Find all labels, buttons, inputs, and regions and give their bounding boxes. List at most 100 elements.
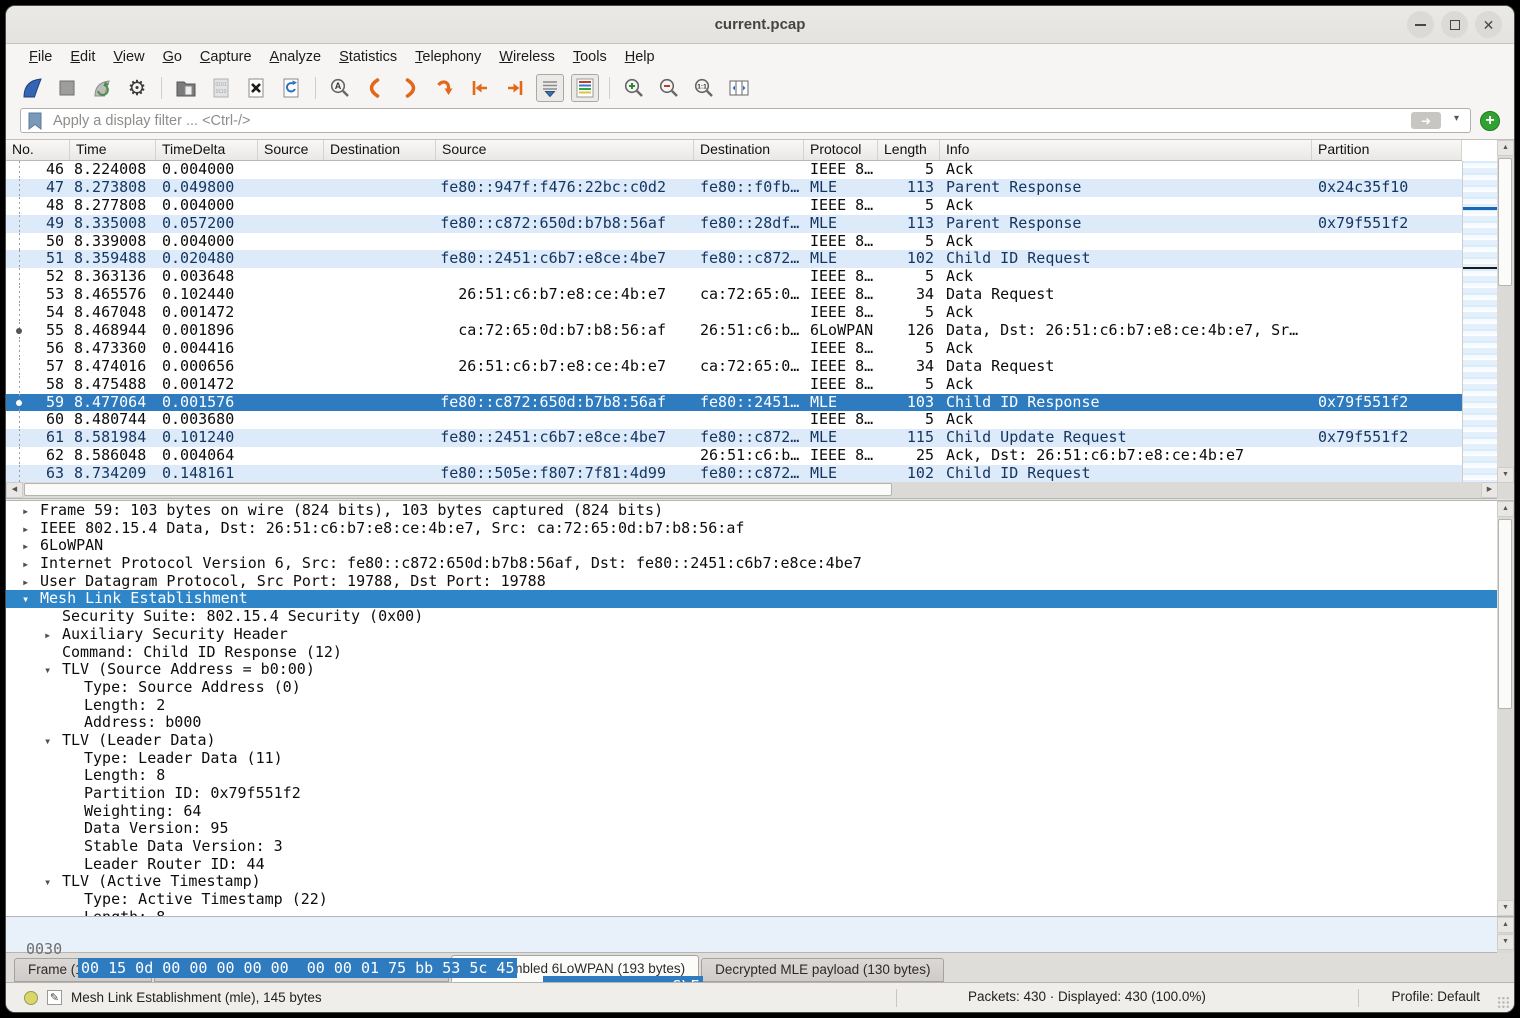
filter-dropdown-caret[interactable]: ▾ (1454, 113, 1459, 124)
detail-line[interactable]: ▸6LoWPAN (6, 537, 1497, 555)
detail-line[interactable]: ▾TLV (Active Timestamp) (6, 873, 1497, 891)
detail-line[interactable]: ▾Mesh Link Establishment (6, 590, 1497, 608)
display-filter-input[interactable] (20, 108, 1471, 133)
expander-icon[interactable]: ▸ (22, 521, 40, 539)
scroll-right-arrow[interactable]: ▶ (1481, 482, 1498, 498)
scroll-thumb[interactable] (1498, 519, 1512, 709)
detail-line[interactable]: Leader Router ID: 44 (6, 856, 1497, 874)
packet-row[interactable]: 628.5860480.00406426:51:c6:b…IEEE 8…25Ac… (6, 447, 1462, 465)
packet-row[interactable]: 498.3350080.057200fe80::c872:650d:b7b8:5… (6, 215, 1462, 233)
detail-line[interactable]: Weighting: 64 (6, 803, 1497, 821)
first-packet-button[interactable] (466, 74, 494, 102)
hex-row[interactable]: 0030 00 15 0d 00 00 00 00 00 00 00 01 75… (6, 922, 1497, 942)
hex-bytes-selected[interactable]: 00 15 0d 00 00 00 00 00 00 00 01 75 bb 5… (78, 958, 517, 978)
minimize-button[interactable] (1407, 11, 1434, 38)
scroll-up-arrow[interactable]: ▲ (1497, 501, 1514, 517)
packet-row[interactable]: 578.4740160.00065626:51:c6:b7:e8:ce:4b:e… (6, 358, 1462, 376)
detail-line[interactable]: Data Version: 95 (6, 820, 1497, 838)
detail-line[interactable]: Security Suite: 802.15.4 Security (0x00) (6, 608, 1497, 626)
last-packet-button[interactable] (501, 74, 529, 102)
column-header-source-5[interactable]: Source (436, 140, 694, 160)
detail-line[interactable]: Length: 8 (6, 909, 1497, 916)
profile-status[interactable]: Profile: Default (1391, 989, 1480, 1004)
packet-row[interactable]: 618.5819840.101240fe80::2451:c6b7:e8ce:4… (6, 429, 1462, 447)
menu-help[interactable]: Help (616, 44, 664, 70)
detail-line[interactable]: ▸User Datagram Protocol, Src Port: 19788… (6, 573, 1497, 591)
column-header-destination-6[interactable]: Destination (694, 140, 804, 160)
expert-info-icon[interactable] (24, 991, 38, 1005)
packet-row[interactable]: 608.4807440.003680IEEE 8…5Ack (6, 411, 1462, 429)
expander-icon[interactable]: ▸ (44, 627, 62, 645)
expander-icon[interactable]: ▾ (22, 591, 40, 609)
menu-go[interactable]: Go (154, 44, 191, 70)
filter-bookmark-icon[interactable] (27, 112, 43, 130)
packet-row[interactable]: 518.3594880.020480fe80::2451:c6b7:e8ce:4… (6, 250, 1462, 268)
close-button[interactable]: ✕ (1475, 11, 1502, 38)
column-header-destination-4[interactable]: Destination (324, 140, 436, 160)
column-header-source-3[interactable]: Source (258, 140, 324, 160)
scroll-thumb[interactable] (1498, 158, 1512, 286)
packet-map-scrollbar[interactable] (1462, 161, 1497, 483)
apply-filter-button[interactable]: ➜ (1411, 112, 1441, 129)
menu-capture[interactable]: Capture (191, 44, 261, 70)
detail-line[interactable]: Command: Child ID Response (12) (6, 644, 1497, 662)
packet-row[interactable]: 588.4754880.001472IEEE 8…5Ack (6, 376, 1462, 394)
maximize-button[interactable] (1441, 11, 1468, 38)
resize-columns-button[interactable] (725, 74, 753, 102)
start-capture-button[interactable] (18, 74, 46, 102)
open-file-button[interactable] (172, 74, 200, 102)
detail-line[interactable]: ▾TLV (Leader Data) (6, 732, 1497, 750)
details-vscrollbar[interactable]: ▲ ▼ (1497, 501, 1514, 916)
resize-grip[interactable] (1497, 996, 1510, 1009)
detail-line[interactable]: Length: 8 (6, 767, 1497, 785)
add-filter-button[interactable]: + (1480, 111, 1500, 131)
scroll-up-arrow[interactable]: ▲ (1497, 917, 1514, 933)
packet-row[interactable]: 468.2240080.004000IEEE 8…5Ack (6, 161, 1462, 179)
packet-row[interactable]: 558.4689440.001896ca:72:65:0d:b7:b8:56:a… (6, 322, 1462, 340)
menu-telephony[interactable]: Telephony (406, 44, 490, 70)
packet-row[interactable]: 478.2738080.049800fe80::947f:f476:22bc:c… (6, 179, 1462, 197)
column-header-no-0[interactable]: No. (6, 140, 70, 160)
menu-tools[interactable]: Tools (564, 44, 616, 70)
detail-line[interactable]: ▸Auxiliary Security Header (6, 626, 1497, 644)
packet-row[interactable]: 568.4733600.004416IEEE 8…5Ack (6, 340, 1462, 358)
detail-line[interactable]: Stable Data Version: 3 (6, 838, 1497, 856)
zoom-original-button[interactable]: 1:1 (690, 74, 718, 102)
packet-row[interactable]: 528.3631360.003648IEEE 8…5Ack (6, 268, 1462, 286)
save-file-button[interactable]: 01010110 (207, 74, 235, 102)
menu-edit[interactable]: Edit (61, 44, 104, 70)
detail-line[interactable]: Type: Leader Data (11) (6, 750, 1497, 768)
restart-capture-button[interactable] (88, 74, 116, 102)
packet-row[interactable]: 638.7342090.148161fe80::505e:f807:7f81:4… (6, 465, 1462, 483)
packet-row[interactable]: 598.4770640.001576fe80::c872:650d:b7b8:5… (6, 394, 1462, 412)
detail-line[interactable]: ▾TLV (Source Address = b0:00) (6, 661, 1497, 679)
menu-statistics[interactable]: Statistics (330, 44, 406, 70)
expander-icon[interactable]: ▾ (44, 733, 62, 751)
expander-icon[interactable]: ▾ (44, 874, 62, 892)
menu-file[interactable]: File (20, 44, 61, 70)
scroll-left-arrow[interactable]: ◀ (6, 482, 23, 498)
capture-comment-icon[interactable]: ✎ (47, 990, 62, 1005)
packet-row[interactable]: 538.4655760.10244026:51:c6:b7:e8:ce:4b:e… (6, 286, 1462, 304)
zoom-out-button[interactable] (655, 74, 683, 102)
scroll-up-arrow[interactable]: ▲ (1497, 140, 1514, 156)
packet-row[interactable]: 508.3390080.004000IEEE 8…5Ack (6, 233, 1462, 251)
find-packet-button[interactable]: A (326, 74, 354, 102)
scroll-down-arrow[interactable]: ▼ (1497, 467, 1514, 483)
expander-icon[interactable]: ▸ (22, 556, 40, 574)
column-header-time-1[interactable]: Time (70, 140, 156, 160)
detail-line[interactable]: ▸IEEE 802.15.4 Data, Dst: 26:51:c6:b7:e8… (6, 520, 1497, 538)
detail-line[interactable]: Address: b000 (6, 714, 1497, 732)
column-header-partition-10[interactable]: Partition (1312, 140, 1462, 160)
byte-tab-3[interactable]: Decrypted MLE payload (130 bytes) (701, 958, 944, 982)
colorize-toggle[interactable] (571, 74, 599, 102)
detail-line[interactable]: Type: Active Timestamp (22) (6, 891, 1497, 909)
scroll-down-arrow[interactable]: ▼ (1497, 900, 1514, 916)
packet-list-hscrollbar[interactable]: ◀ ▶ (6, 482, 1498, 498)
menu-view[interactable]: View (104, 44, 153, 70)
detail-line[interactable]: ▸Frame 59: 103 bytes on wire (824 bits),… (6, 502, 1497, 520)
column-header-timedelta-2[interactable]: TimeDelta (156, 140, 258, 160)
capture-options-button[interactable]: ⚙ (123, 74, 151, 102)
go-to-packet-button[interactable] (431, 74, 459, 102)
previous-packet-button[interactable] (361, 74, 389, 102)
